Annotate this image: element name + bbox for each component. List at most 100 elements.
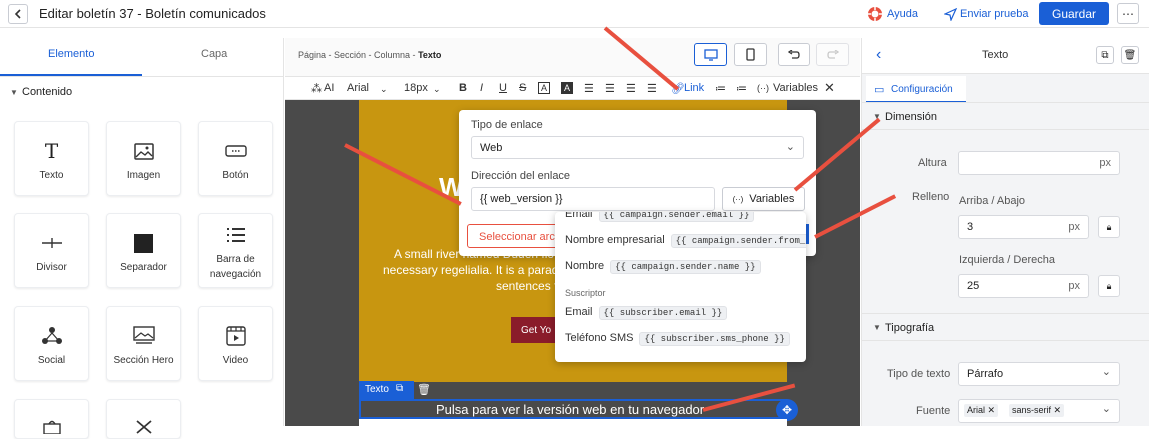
block-imagen[interactable]: Imagen [106, 121, 181, 196]
font-select[interactable]: Arial [347, 82, 369, 94]
variable-option[interactable]: Teléfono SMS{{ subscriber.sms_phone }} [565, 332, 790, 346]
x-icon [107, 416, 180, 438]
section-contenido[interactable]: Contenido [22, 86, 72, 98]
block-separador[interactable]: Separador [106, 213, 181, 288]
caret-down-icon[interactable]: ▼ [10, 88, 18, 97]
block-partial[interactable] [14, 399, 89, 439]
left-right-label: Izquierda / Derecha [959, 254, 1055, 266]
navbar-icon [199, 224, 272, 246]
italic-icon[interactable]: I [480, 82, 483, 94]
font-chip[interactable]: sans-serif ✕ [1009, 404, 1065, 417]
section-tipografia[interactable]: ▼ Tipografía [862, 313, 1149, 341]
breadcrumb: Página - Sección - Columna - Texto [298, 50, 442, 60]
text-type-label: Tipo de texto [887, 368, 951, 380]
cta-button[interactable]: Get Yo [511, 317, 561, 343]
text-type-select[interactable]: Párrafo ⌄ [958, 362, 1120, 386]
link-type-label: Tipo de enlace [471, 119, 543, 131]
chevron-down-icon: ⌄ [785, 141, 795, 153]
chevron-down-icon: ⌄ [1101, 366, 1111, 378]
font-chip[interactable]: Arial ✕ [964, 404, 999, 417]
page-title: Editar boletín 37 - Boletín comunicados [39, 6, 266, 21]
move-handle-icon[interactable]: ✥ [776, 399, 798, 421]
block-texto[interactable]: T Texto [14, 121, 89, 196]
block-barra-navegacion[interactable]: Barra de navegación [198, 213, 273, 288]
block-divisor[interactable]: Divisor [14, 213, 89, 288]
size-select[interactable]: 18px [404, 82, 428, 94]
hero-body-line: sentences f [496, 279, 558, 293]
link-address-input[interactable]: {{ web_version }} [471, 187, 715, 211]
back-chevron-icon[interactable]: ‹ [876, 46, 881, 64]
tab-configuracion[interactable]: ▭ Configuración [866, 76, 966, 103]
chevron-down-icon[interactable]: ⌄ [380, 84, 388, 95]
caret-down-icon: ▼ [873, 323, 881, 332]
variable-group-label: Suscriptor [565, 288, 606, 298]
chevron-down-icon[interactable]: ⌄ [433, 84, 441, 95]
hero-icon [107, 325, 180, 347]
save-button[interactable]: Guardar [1039, 2, 1109, 25]
lock-icon[interactable]: 🔒︎ [1098, 275, 1120, 297]
spacer-icon [107, 232, 180, 254]
ai-wand-icon[interactable]: ⁂ [311, 82, 322, 95]
trash-icon[interactable]: 🗑︎ [1121, 46, 1139, 64]
block-social[interactable]: Social [14, 306, 89, 381]
variable-option[interactable]: Nombre empresarial{{ campaign.sender.fro… [565, 234, 806, 248]
social-icon [15, 325, 88, 347]
selected-text[interactable]: Pulsa para ver la versión web en tu nave… [436, 402, 704, 417]
text-color-icon[interactable]: A [538, 82, 550, 94]
trash-icon[interactable]: 🗑︎ [417, 383, 431, 396]
mobile-icon [746, 48, 755, 61]
ai-button[interactable]: AI [324, 82, 334, 94]
block-video[interactable]: Video [198, 306, 273, 381]
link-button[interactable]: Link [684, 82, 704, 94]
copy-icon[interactable]: ⧉ [396, 383, 403, 394]
section-dimension[interactable]: ▼ Dimensión [862, 102, 1149, 130]
underline-icon[interactable]: U [499, 82, 507, 94]
mobile-view-button[interactable] [734, 43, 767, 66]
align-justify-icon[interactable]: ☰ [647, 82, 657, 95]
settings-title: Texto [982, 49, 1009, 61]
variable-option[interactable]: Nombre{{ campaign.sender.name }} [565, 260, 761, 274]
padding-top-bottom-input[interactable]: 3 px [958, 215, 1089, 239]
height-label: Altura [918, 157, 947, 169]
select-file-button[interactable]: Seleccionar arch [467, 224, 567, 248]
variable-option[interactable]: Email{{ campaign.sender.email }} [565, 212, 755, 222]
align-left-icon[interactable]: ☰ [584, 82, 594, 95]
back-button[interactable] [8, 4, 28, 24]
elements-panel: Elemento Capa ▼ Contenido T Texto Imagen… [0, 38, 284, 439]
help-link[interactable]: Ayuda [887, 8, 918, 20]
ordered-list-icon[interactable]: ≔ [715, 82, 726, 95]
link-type-select[interactable]: Web ⌄ [471, 136, 804, 159]
undo-button[interactable] [778, 43, 810, 66]
bold-icon[interactable]: B [459, 82, 467, 94]
strikethrough-icon[interactable]: S [519, 82, 526, 94]
variables-toolbar-button[interactable]: Variables [773, 82, 818, 94]
block-boton[interactable]: Botón [198, 121, 273, 196]
tab-capa[interactable]: Capa [201, 48, 227, 60]
redo-button[interactable] [816, 43, 849, 66]
block-partial[interactable] [106, 399, 181, 439]
variables-icon[interactable]: (··) [757, 83, 769, 93]
lock-icon[interactable]: 🔒︎ [1098, 216, 1120, 238]
align-center-icon[interactable]: ☰ [605, 82, 615, 95]
tab-elemento[interactable]: Elemento [48, 48, 94, 60]
padding-left-right-input[interactable]: 25 px [958, 274, 1089, 298]
close-icon[interactable]: ✕ [824, 80, 835, 96]
lifebuoy-icon [867, 6, 883, 22]
send-test-button[interactable]: Enviar prueba [960, 8, 1029, 20]
variable-option[interactable]: Email{{ subscriber.email }} [565, 306, 728, 320]
bullet-list-icon[interactable]: ≔ [736, 82, 747, 95]
send-icon [943, 7, 957, 21]
duplicate-icon[interactable]: ⧉ [1096, 46, 1114, 64]
more-options-icon[interactable]: ⋯ [1117, 3, 1139, 24]
highlight-icon[interactable]: A [561, 82, 573, 94]
variables-button[interactable]: (··) Variables [722, 187, 805, 211]
height-input[interactable]: px [958, 151, 1120, 175]
font-select[interactable]: Arial ✕ sans-serif ✕ ⌄ [958, 399, 1120, 423]
align-right-icon[interactable]: ☰ [626, 82, 636, 95]
monitor-icon: ▭ [874, 84, 885, 96]
selection-label: Texto ⧉ [359, 381, 414, 399]
desktop-view-button[interactable] [694, 43, 727, 66]
variables-icon: (··) [732, 194, 744, 204]
block-seccion-hero[interactable]: Sección Hero [106, 306, 181, 381]
redo-icon [826, 49, 839, 59]
